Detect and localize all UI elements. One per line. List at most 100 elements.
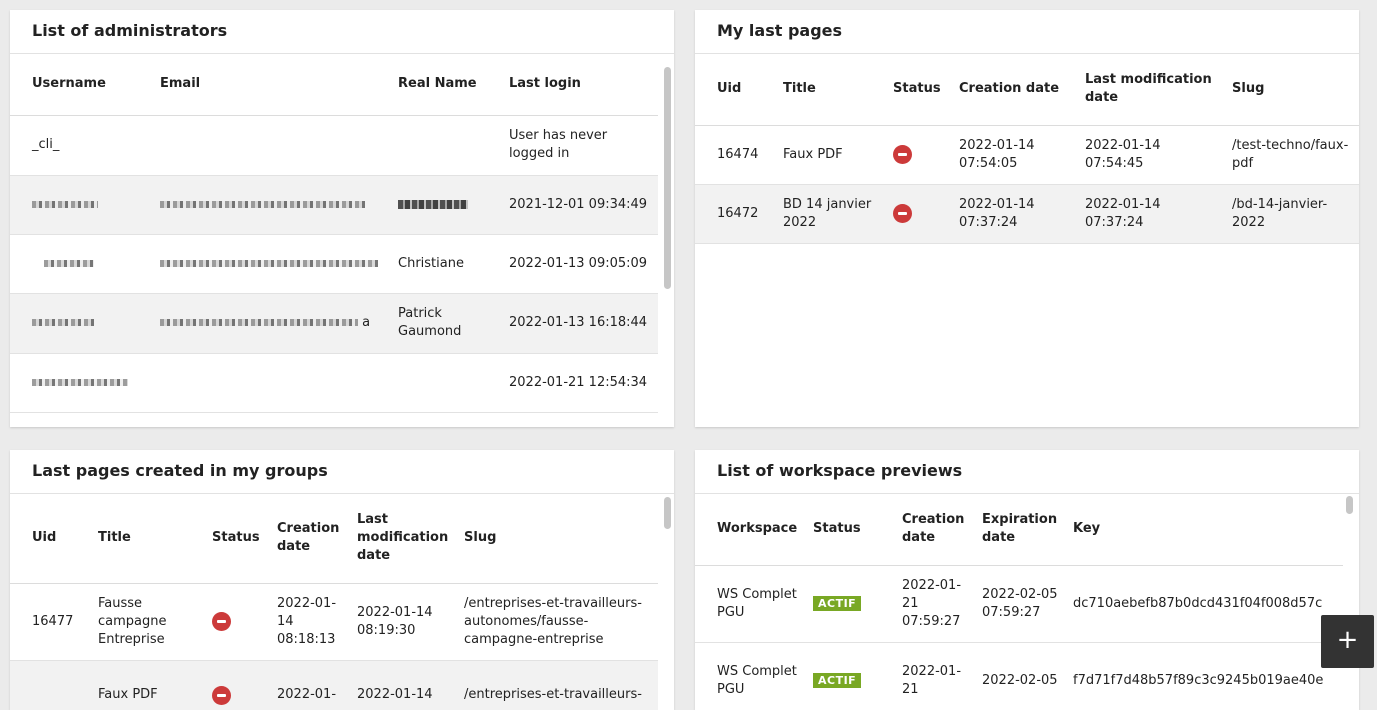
redacted-text	[44, 259, 94, 267]
preview-key[interactable]: f7d71f7d48b57f89c3c9245b019ae40e	[1067, 642, 1343, 710]
my-pages-table-container: Uid Title Status Creation date Last modi…	[695, 54, 1359, 427]
table-row[interactable]: 16474 Faux PDF 2022-01-14 07:54:05 2022-…	[695, 125, 1359, 185]
minus-circle-icon[interactable]	[893, 204, 912, 223]
creation-date: 2022-01-14 08:18:13	[271, 583, 351, 661]
slug: /entreprises-et-travailleurs-autonomes/f…	[458, 583, 658, 661]
title[interactable]: Faux PDF	[92, 660, 206, 710]
panel-title: Last pages created in my groups	[10, 450, 674, 494]
redacted-text	[160, 319, 358, 326]
col-creation-date[interactable]: Creation date	[896, 494, 976, 566]
previews-table: Workspace Status Creation date Expiratio…	[695, 494, 1343, 710]
last-login: 2021-12-01 09:34:49	[503, 175, 658, 235]
admins-table-container[interactable]: Username Email Real Name Last login _cli…	[10, 54, 674, 427]
slug: /test-techno/faux-pdf	[1226, 125, 1359, 185]
col-status[interactable]: Status	[887, 54, 953, 126]
workspace: WS Complet PGU	[695, 565, 807, 643]
my-last-pages-panel: My last pages Uid Title Status Creation …	[695, 10, 1359, 427]
creation-date: 2022-01-21 07:59:27	[896, 565, 976, 643]
redacted-text	[160, 259, 378, 267]
uid: 16477	[10, 583, 92, 661]
redacted-text	[398, 199, 468, 209]
table-row[interactable]: Faux PDF 2022-01- 2022-01-14 /entreprise…	[10, 660, 658, 710]
col-username[interactable]: Username	[10, 54, 154, 116]
username[interactable]	[10, 234, 154, 294]
real-name: Christiane	[392, 234, 503, 294]
real-name	[392, 353, 503, 413]
table-row[interactable]: WS Complet PGU ACTIF 2022-01-21 07:59:27…	[695, 565, 1343, 643]
expiration-date: 2022-02-05 07:59:27	[976, 565, 1067, 643]
slug: /entreprises-et-travailleurs-	[458, 660, 658, 710]
title[interactable]: BD 14 janvier 2022	[777, 184, 887, 244]
minus-circle-icon[interactable]	[893, 145, 912, 164]
email	[154, 175, 392, 235]
creation-date: 2022-01-	[271, 660, 351, 710]
modification-date: 2022-01-14 07:54:45	[1079, 125, 1226, 185]
col-last-modification-date[interactable]: Last modification date	[1079, 54, 1226, 126]
status-cell	[206, 583, 271, 661]
col-creation-date[interactable]: Creation date	[953, 54, 1079, 126]
col-key[interactable]: Key	[1067, 494, 1343, 566]
col-uid[interactable]: Uid	[695, 54, 777, 126]
status-badge: ACTIF	[813, 672, 862, 688]
col-title[interactable]: Title	[777, 54, 887, 126]
col-creation-date[interactable]: Creation date	[271, 494, 351, 584]
col-real-name[interactable]: Real Name	[392, 54, 503, 116]
col-uid[interactable]: Uid	[10, 494, 92, 584]
minus-circle-icon[interactable]	[212, 685, 231, 705]
col-status[interactable]: Status	[206, 494, 271, 584]
redacted-text	[32, 319, 94, 326]
status-cell	[206, 660, 271, 710]
table-row[interactable]: 2021-12-01 09:34:49	[10, 175, 658, 235]
col-workspace[interactable]: Workspace	[695, 494, 807, 566]
table-row[interactable]: 16472 BD 14 janvier 2022 2022-01-14 07:3…	[695, 184, 1359, 244]
col-last-modification-date[interactable]: Last modification date	[351, 494, 458, 584]
table-row[interactable]: a Patrick Gaumond 2022-01-13 16:18:44	[10, 293, 658, 354]
col-title[interactable]: Title	[92, 494, 206, 584]
uid: 16472	[695, 184, 777, 244]
username[interactable]	[10, 353, 154, 413]
previews-table-container[interactable]: Workspace Status Creation date Expiratio…	[695, 494, 1359, 710]
last-login: 2022-01-21 12:54:34	[503, 353, 658, 413]
table-row[interactable]: _cli_ User has never logged in	[10, 115, 658, 176]
preview-key[interactable]: dc710aebefb87b0dcd431f04f008d57c	[1067, 565, 1343, 643]
col-expiration-date[interactable]: Expiration date	[976, 494, 1067, 566]
email: a	[154, 293, 392, 354]
modification-date: 2022-01-14 08:19:30	[351, 583, 458, 661]
col-slug[interactable]: Slug	[1226, 54, 1359, 126]
email-fragment: a	[362, 315, 371, 330]
real-name	[392, 175, 503, 235]
scrollbar[interactable]	[664, 67, 671, 289]
creation-date: 2022-01-14 07:54:05	[953, 125, 1079, 185]
modification-date: 2022-01-14 07:37:24	[1079, 184, 1226, 244]
group-pages-table-container[interactable]: Uid Title Status Creation date Last modi…	[10, 494, 674, 710]
status-cell	[887, 184, 953, 244]
modification-date: 2022-01-14	[351, 660, 458, 710]
last-login: User has never logged in	[503, 115, 658, 176]
username[interactable]	[10, 293, 154, 354]
title[interactable]: Faux PDF	[777, 125, 887, 185]
status-badge: ACTIF	[813, 595, 862, 611]
table-row[interactable]: Christiane 2022-01-13 09:05:09	[10, 234, 658, 294]
col-status[interactable]: Status	[807, 494, 896, 566]
scrollbar[interactable]	[1346, 496, 1353, 514]
status-cell: ACTIF	[807, 565, 896, 643]
col-slug[interactable]: Slug	[458, 494, 658, 584]
email	[154, 115, 392, 176]
table-row[interactable]: WS Complet PGU ACTIF 2022-01-21 2022-02-…	[695, 642, 1343, 710]
scrollbar[interactable]	[664, 497, 671, 529]
uid: 16474	[695, 125, 777, 185]
status-cell: ACTIF	[807, 642, 896, 710]
username[interactable]	[10, 175, 154, 235]
username[interactable]: _cli_	[10, 115, 154, 176]
title[interactable]: Fausse campagne Entreprise	[92, 583, 206, 661]
email	[154, 234, 392, 294]
admins-table: Username Email Real Name Last login _cli…	[10, 54, 658, 413]
table-row[interactable]: 2022-01-21 12:54:34	[10, 353, 658, 413]
col-email[interactable]: Email	[154, 54, 392, 116]
col-last-login[interactable]: Last login	[503, 54, 658, 116]
add-widget-button[interactable]: +	[1321, 615, 1374, 668]
minus-circle-icon[interactable]	[212, 612, 231, 631]
expiration-date: 2022-02-05	[976, 642, 1067, 710]
slug: /bd-14-janvier-2022	[1226, 184, 1359, 244]
table-row[interactable]: 16477 Fausse campagne Entreprise 2022-01…	[10, 583, 658, 661]
